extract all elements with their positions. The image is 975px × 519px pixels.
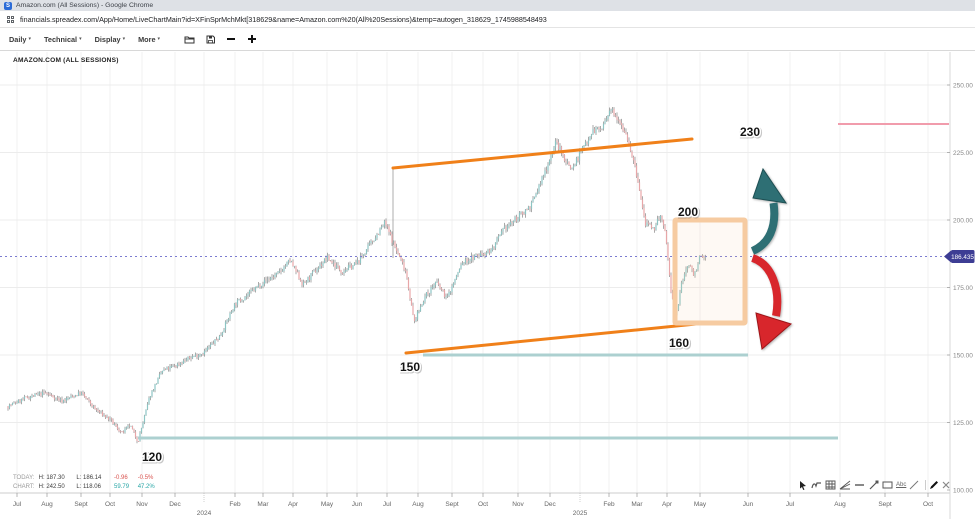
today-low: L: 186.14 <box>76 474 112 483</box>
channel-lower-trendline[interactable] <box>406 323 706 353</box>
price-target-label-120[interactable]: 120 <box>142 450 162 464</box>
browser-window: S Amazon.com (All Sessions) - Google Chr… <box>0 0 975 519</box>
y-axis-price-label: 100.00 <box>953 487 973 494</box>
text-abc-icon[interactable]: Abc <box>896 482 906 488</box>
x-axis-month-label: May <box>694 501 707 508</box>
price-target-label-160[interactable]: 160 <box>669 336 689 350</box>
x-axis-month-label: Mar <box>257 501 269 508</box>
x-axis-month-label: Nov <box>136 501 148 508</box>
x-axis-month-label: Oct <box>105 501 115 508</box>
x-axis-year-label: 2024 <box>197 510 212 517</box>
x-axis-month-label: Oct <box>923 501 933 508</box>
x-axis-month-label: Feb <box>603 501 615 508</box>
x-axis-month-label: Nov <box>512 501 524 508</box>
instrument-title: AMAZON.COM (ALL SESSIONS) <box>13 57 119 64</box>
channel-upper-trendline[interactable] <box>393 139 692 168</box>
x-axis-month-label: Sept <box>74 501 88 508</box>
x-axis-month-label: Aug <box>41 501 53 508</box>
x-axis-month-label: Jul <box>786 501 795 508</box>
chart-stats-row: CHART: H: 242.50 L: 118.06 59.79 47.2% <box>13 483 160 492</box>
toolbar-divider <box>925 480 926 490</box>
y-axis-price-label: 150.00 <box>953 352 973 359</box>
x-axis-year-label: 2025 <box>573 510 588 517</box>
today-change-pct: -0.5% <box>138 474 160 483</box>
price-stats: TODAY: H: 187.30 L: 186.14 -0.96 -0.5% C… <box>13 474 160 491</box>
horizontal-line-icon[interactable] <box>854 480 865 490</box>
y-axis-price-label: 175.00 <box>953 285 973 292</box>
select-pointer-icon[interactable] <box>799 480 808 490</box>
drawing-toolbar: Abc <box>799 480 953 490</box>
today-stats-row: TODAY: H: 187.30 L: 186.14 -0.96 -0.5% <box>13 474 160 483</box>
x-axis-month-label: Dec <box>169 501 181 508</box>
chart-label: CHART: <box>13 483 37 492</box>
x-axis-month-label: Mar <box>631 501 643 508</box>
trend-lines-icon[interactable] <box>839 480 851 490</box>
x-axis-month-label: Aug <box>834 501 846 508</box>
pencil-icon[interactable] <box>929 480 939 490</box>
chart-change: 59.79 <box>114 483 136 492</box>
x-axis-month-label: Jun <box>352 501 363 508</box>
y-axis-price-label: 225.00 <box>953 150 973 157</box>
diagonal-line-icon[interactable] <box>909 480 919 490</box>
chart-change-pct: 47.2% <box>138 483 160 492</box>
today-change: -0.96 <box>114 474 136 483</box>
scenario-box[interactable] <box>675 220 745 323</box>
x-axis-month-label: Sept <box>878 501 892 508</box>
scenario-arrows[interactable] <box>753 169 792 349</box>
price-target-label-230[interactable]: 230 <box>740 125 760 139</box>
today-high: H: 187.30 <box>39 474 75 483</box>
x-axis-month-label: May <box>321 501 334 508</box>
chart-low: L: 118.06 <box>76 483 112 492</box>
chart-base-layer: Jul Aug Sept Oct Nov Dec Feb Mar Apr May Jun Jul Aug… <box>0 52 975 519</box>
price-target-label-150[interactable]: 150 <box>400 360 420 374</box>
up-arrow-drawing[interactable] <box>753 169 787 251</box>
x-axis-month-label: Apr <box>662 501 673 508</box>
price-chart-canvas[interactable]: Jul Aug Sept Oct Nov Dec Feb Mar Apr May Jun Jul Aug… <box>0 0 975 519</box>
trendline-handle-icon[interactable] <box>868 480 879 490</box>
polyline-icon[interactable] <box>811 480 822 490</box>
x-axis-month-label: Dec <box>544 501 556 508</box>
x-axis-month-label: Feb <box>229 501 241 508</box>
price-target-label-200[interactable]: 200 <box>678 205 698 219</box>
x-axis-month-label: Sept <box>445 501 459 508</box>
x-axis-month-label: Oct <box>478 501 488 508</box>
grid-icon[interactable] <box>825 480 836 490</box>
close-x-icon[interactable] <box>942 481 950 489</box>
down-arrow-drawing[interactable] <box>753 258 792 349</box>
y-axis-price-label: 200.00 <box>953 217 973 224</box>
x-axis-month-label: Apr <box>288 501 299 508</box>
y-axis-price-label: 250.00 <box>953 82 973 89</box>
chart-high: H: 242.50 <box>39 483 75 492</box>
y-axis-price-label: 125.00 <box>953 420 973 427</box>
x-axis-month-label: Aug <box>412 501 424 508</box>
rectangle-icon[interactable] <box>882 480 893 490</box>
chart-drawings-layer[interactable] <box>138 124 949 438</box>
current-price-badge: 186.435 <box>944 250 975 263</box>
x-axis-month-label: Jul <box>383 501 392 508</box>
today-label: TODAY: <box>13 474 37 483</box>
x-axis-month-label: Jul <box>13 501 22 508</box>
svg-text:186.435: 186.435 <box>951 254 974 261</box>
x-axis-month-label: Jun <box>743 501 754 508</box>
